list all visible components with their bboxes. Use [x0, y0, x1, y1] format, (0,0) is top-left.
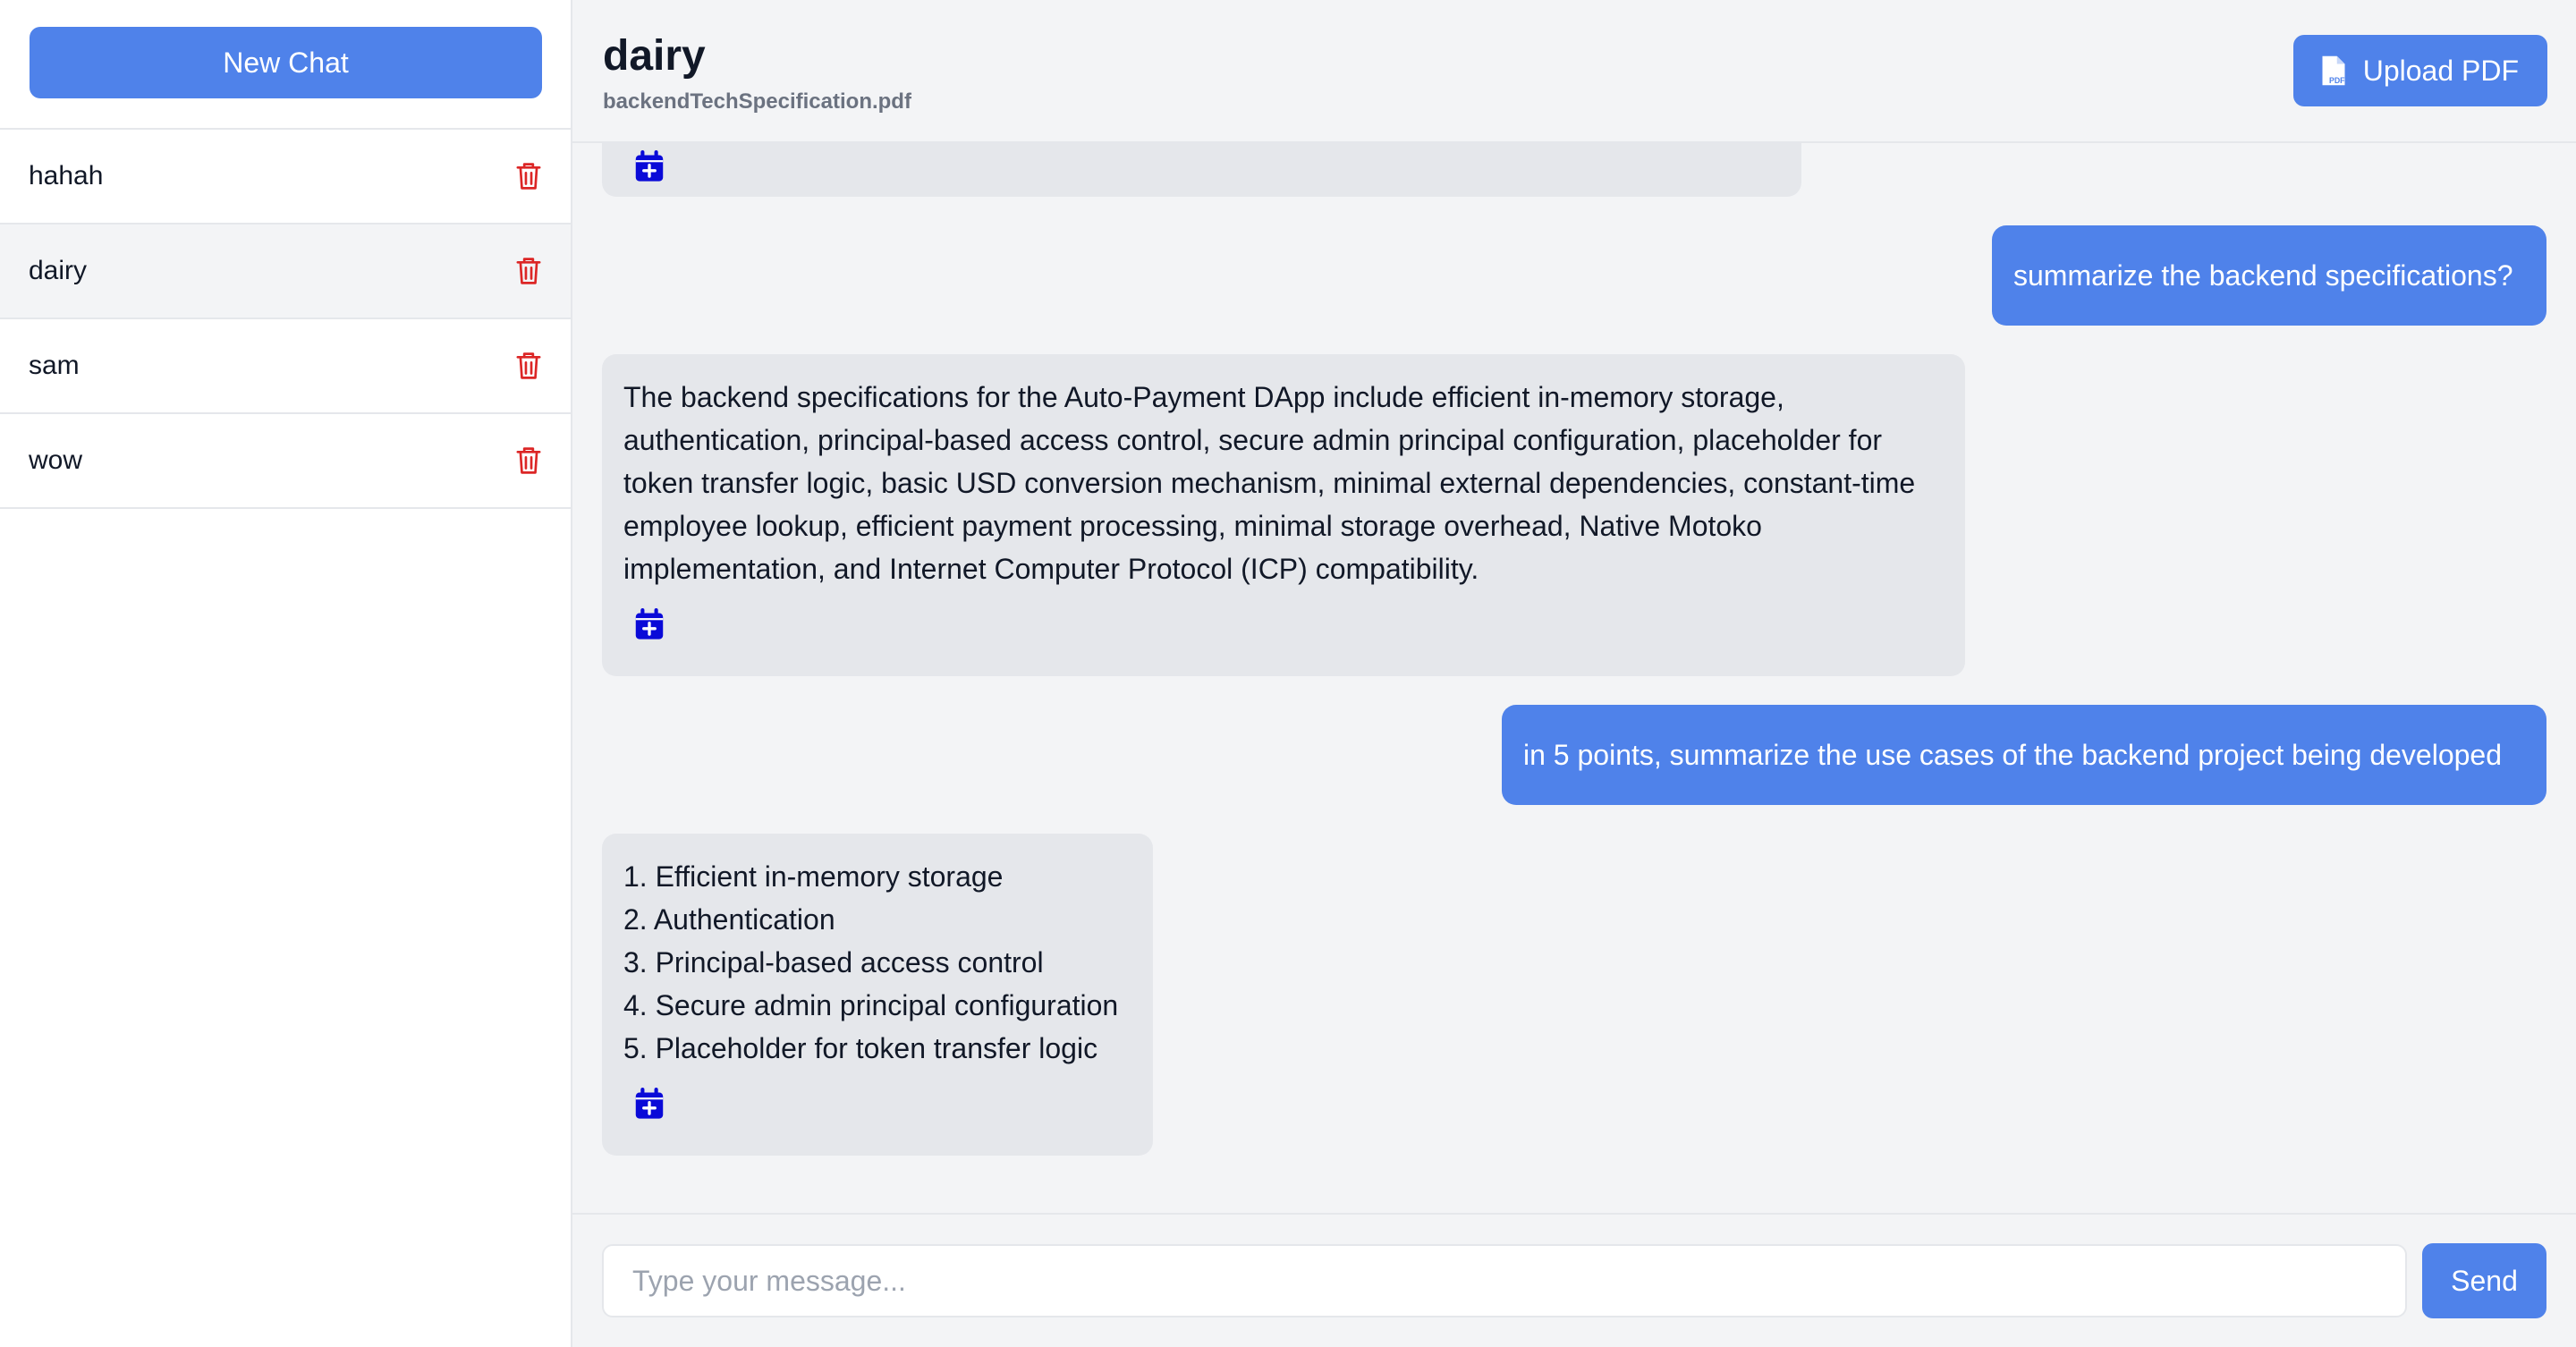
send-button[interactable]: Send: [2422, 1243, 2546, 1318]
message-input[interactable]: [602, 1244, 2407, 1317]
chat-item-label: dairy: [29, 256, 88, 285]
sidebar: New Chat hahah dairy sam wow: [0, 0, 572, 1347]
user-message-text: in 5 points, summarize the use cases of …: [1523, 739, 2502, 771]
trash-icon[interactable]: [515, 161, 542, 191]
document-filename: backendTechSpecification.pdf: [603, 89, 911, 114]
assistant-message: 1. Efficient in-memory storage 2. Authen…: [602, 834, 1153, 1156]
chat-panel: dairy backendTechSpecification.pdf PDF U…: [572, 0, 2576, 1347]
chat-item-wow[interactable]: wow: [0, 414, 571, 509]
trash-icon[interactable]: [515, 351, 542, 381]
svg-text:PDF: PDF: [2329, 76, 2345, 85]
assistant-list: 1. Efficient in-memory storage 2. Authen…: [623, 855, 1131, 1070]
calendar-plus-icon[interactable]: [634, 608, 665, 640]
new-chat-button[interactable]: New Chat: [30, 27, 542, 98]
chat-item-dairy[interactable]: dairy: [0, 224, 571, 319]
sidebar-top: New Chat: [0, 0, 571, 130]
assistant-message-partial: [602, 143, 1801, 197]
list-item: 3. Principal-based access control: [623, 946, 1044, 978]
title-block: dairy backendTechSpecification.pdf: [601, 30, 911, 114]
calendar-plus-icon[interactable]: [634, 150, 665, 182]
assistant-message-text: The backend specifications for the Auto-…: [623, 381, 1916, 585]
user-message: summarize the backend specifications?: [1992, 225, 2546, 326]
trash-icon[interactable]: [515, 445, 542, 476]
trash-icon[interactable]: [515, 256, 542, 286]
calendar-plus-icon[interactable]: [634, 1088, 665, 1120]
chat-item-label: wow: [29, 445, 83, 475]
pdf-file-icon: PDF: [2322, 55, 2345, 86]
list-item: 1. Efficient in-memory storage: [623, 860, 1004, 893]
message-list[interactable]: summarize the backend specifications? Th…: [572, 143, 2576, 1213]
chat-item-label: sam: [29, 351, 80, 380]
list-item: 4. Secure admin principal configuration: [623, 989, 1119, 1021]
chat-header: dairy backendTechSpecification.pdf PDF U…: [572, 0, 2576, 143]
composer: Send: [572, 1213, 2576, 1347]
chat-item-sam[interactable]: sam: [0, 319, 571, 414]
chat-item-hahah[interactable]: hahah: [0, 130, 571, 224]
upload-pdf-label: Upload PDF: [2362, 54, 2519, 87]
page-title: dairy: [603, 32, 706, 80]
list-item: 2. Authentication: [623, 903, 835, 936]
user-message-text: summarize the backend specifications?: [2013, 259, 2513, 292]
user-message: in 5 points, summarize the use cases of …: [1502, 705, 2546, 805]
assistant-message: The backend specifications for the Auto-…: [602, 354, 1965, 676]
chat-item-label: hahah: [29, 161, 104, 191]
app: New Chat hahah dairy sam wow dairy backe…: [0, 0, 2576, 1347]
list-item: 5. Placeholder for token transfer logic: [623, 1032, 1098, 1064]
upload-pdf-button[interactable]: PDF Upload PDF: [2292, 35, 2547, 106]
